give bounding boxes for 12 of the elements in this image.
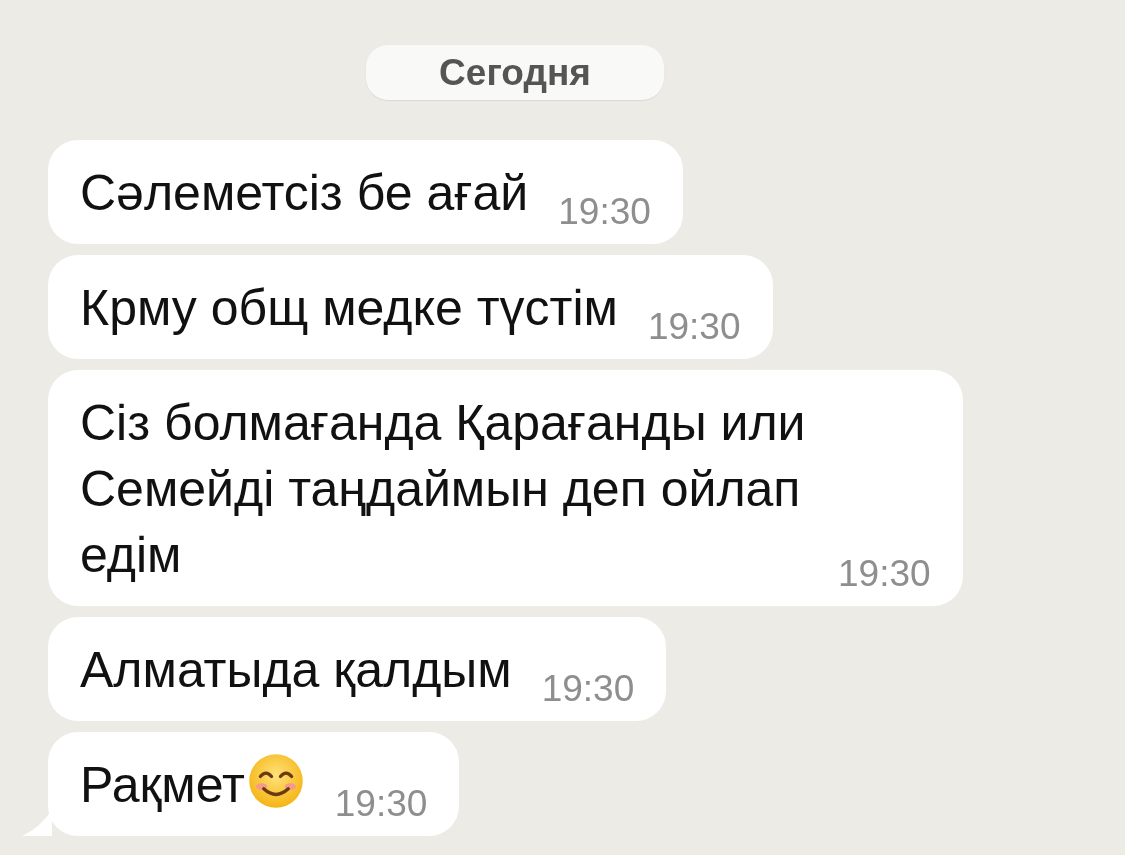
message-time: 19:30 [838,555,931,592]
message-time: 19:30 [647,308,741,345]
message-time: 19:30 [541,670,635,707]
message-time: 19:30 [558,193,651,230]
message-text: Сәлеметсіз бе ағай [80,165,529,221]
date-divider: Сегодня [366,45,664,100]
message-text: Алматыда қалдым [80,642,512,698]
message-time: 19:30 [334,785,428,822]
message-text: Крму общ медке түстім [80,280,618,336]
message-text: Сіз болмағанда Қарағанды или Семейді таңдаймын деп ойлап едім [80,395,806,583]
smiling-face-icon [246,752,305,810]
message-text: Рақмет [80,757,245,813]
